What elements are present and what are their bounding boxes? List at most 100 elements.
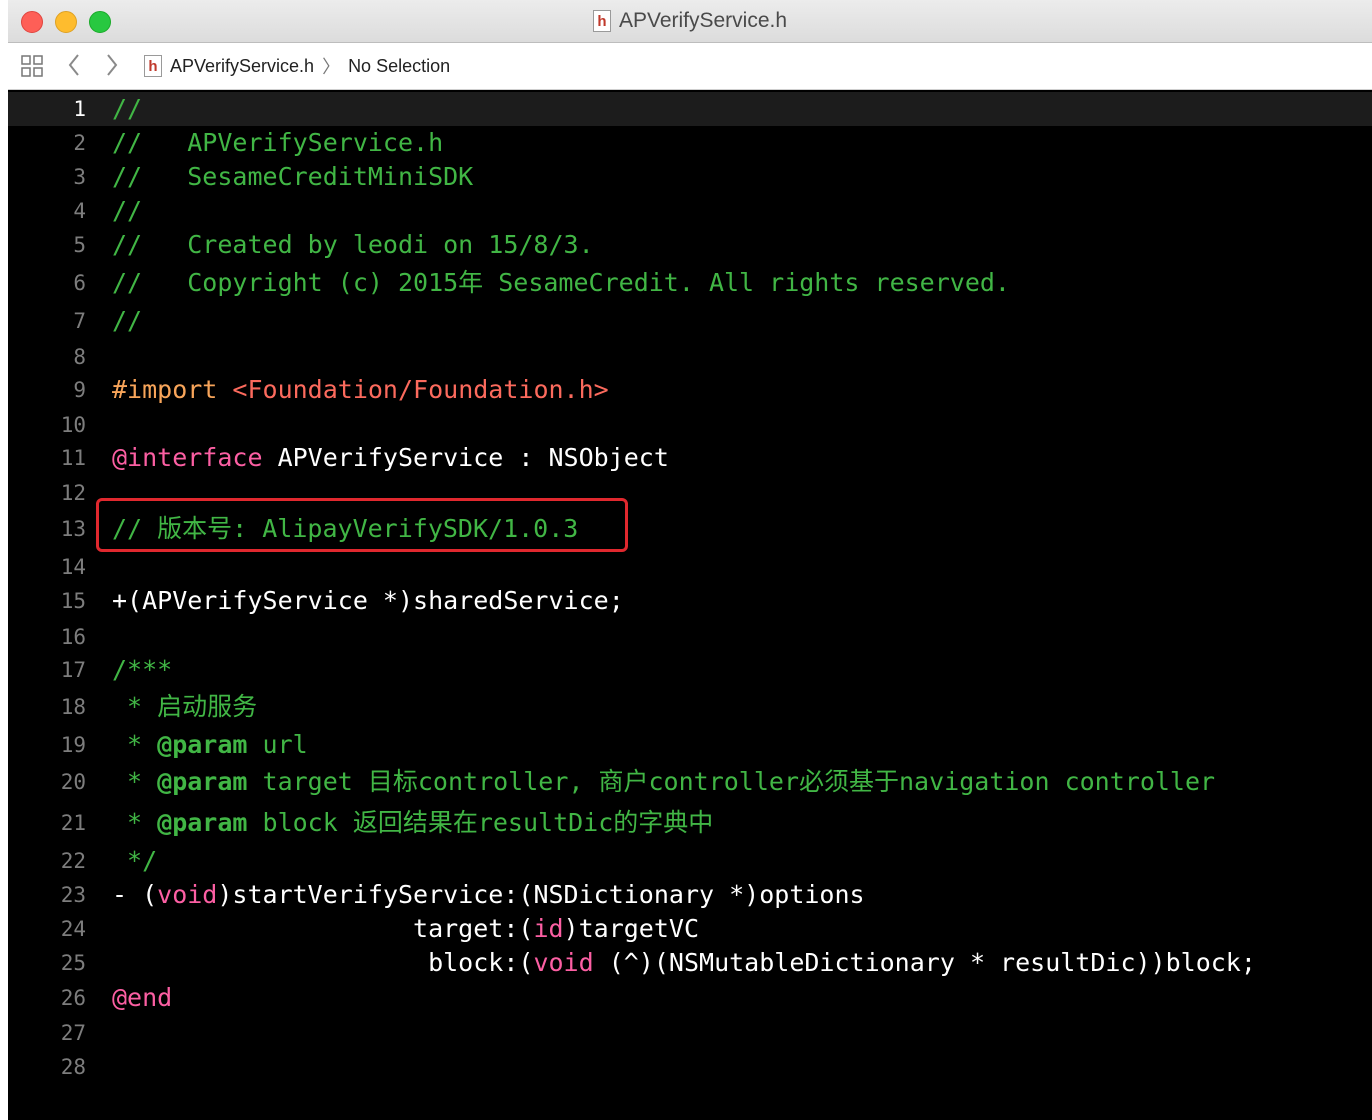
comment: // [112,196,143,225]
line-number: 4 [73,199,86,223]
code-text: target:( [112,914,534,943]
line-content: // [112,194,142,228]
code-line: 23 - (void)startVerifyService:(NSDiction… [8,878,1372,912]
code-line: 11 @interface APVerifyService : NSObject [8,441,1372,475]
line-content: // [112,92,142,126]
code-line: 14 [8,550,1372,584]
line-content: // Created by leodi on 15/8/3. [112,228,594,262]
breadcrumb-file[interactable]: APVerifyService.h [170,56,314,77]
line-content: // Copyright (c) 2015年 SesameCredit. All… [112,266,1010,300]
code-text: +(APVerifyService *)sharedService; [112,586,624,615]
line-number: 15 [60,589,86,613]
line-number: 11 [60,446,86,470]
line-number: 6 [73,271,86,295]
doc-comment: block 返回结果在resultDic的字典中 [247,808,714,837]
doc-tag: @param [157,730,248,759]
line-number: 19 [60,733,86,757]
line-content: - (void)startVerifyService:(NSDictionary… [112,878,865,912]
code-text: APVerifyService : NSObject [262,443,669,472]
line-number: 8 [73,345,86,369]
code-line: 3 // SesameCreditMiniSDK [8,160,1372,194]
line-number: 13 [60,517,86,541]
code-line: 4 // [8,194,1372,228]
comment: // Copyright (c) 2015年 SesameCredit. All… [112,268,1010,297]
code-line: 6 // Copyright (c) 2015年 SesameCredit. A… [8,266,1372,300]
line-number: 14 [60,555,86,579]
doc-comment: */ [112,846,158,875]
keyword: @interface [112,443,263,472]
line-number: 21 [60,811,86,835]
breadcrumb-separator: 〉 [322,57,341,77]
jump-bar: h APVerifyService.h 〉 No Selection [8,43,1372,90]
breadcrumb: h APVerifyService.h 〉 No Selection [144,53,450,79]
keyword: void [157,880,218,909]
line-content: @end [112,981,172,1015]
code-line: 19 * @param url [8,728,1372,762]
line-number: 9 [73,378,86,402]
line-number: 12 [60,481,86,505]
code-line: 22 */ [8,844,1372,878]
forward-chevron-icon[interactable] [104,51,120,79]
code-editor[interactable]: 1 // 2 // APVerifyService.h 3 // SesameC… [8,90,1372,1120]
line-content: * @param target 目标controller, 商户controll… [112,765,1215,799]
code-line: 2 // APVerifyService.h [8,126,1372,160]
related-items-icon[interactable] [20,54,44,78]
import-path: <Foundation/Foundation.h> [232,375,609,404]
code-text: )targetVC [563,914,700,943]
line-number: 3 [73,165,86,189]
keyword: @end [112,983,173,1012]
code-line: 18 * 启动服务 [8,690,1372,724]
preprocessor-directive: #import [112,375,233,404]
line-content: * @param block 返回结果在resultDic的字典中 [112,806,713,840]
version-highlight-box [96,498,628,552]
comment: // Created by leodi on 15/8/3. [112,230,594,259]
window-title-group: h APVerifyService.h [8,0,1372,42]
header-file-icon: h [592,10,611,32]
line-content: /*** [112,653,172,687]
doc-comment: * [112,767,158,796]
title-bar: h APVerifyService.h [8,0,1372,43]
code-line: 24 target:(id)targetVC [8,912,1372,946]
code-line: 20 * @param target 目标controller, 商户contr… [8,765,1372,799]
line-number: 5 [73,233,86,257]
line-number: 7 [73,309,86,333]
line-number: 1 [73,97,86,121]
code-text: )startVerifyService:(NSDictionary *)opti… [217,880,865,909]
code-line: 7 // [8,304,1372,338]
doc-comment: url [247,730,308,759]
line-number: 23 [60,883,86,907]
line-content: block:(void (^)(NSMutableDictionary * re… [112,946,1256,980]
code-line: 10 [8,408,1372,442]
comment: // [112,306,143,335]
back-chevron-icon[interactable] [66,51,82,79]
code-text: block:( [112,948,534,977]
comment: // [112,94,143,123]
line-content: target:(id)targetVC [112,912,699,946]
xcode-window: h APVerifyService.h h APVerifyService.h … [8,0,1372,1120]
line-number: 24 [60,917,86,941]
doc-comment: * 启动服务 [112,692,258,721]
code-line: 21 * @param block 返回结果在resultDic的字典中 [8,806,1372,840]
window-title: APVerifyService.h [618,9,788,32]
line-content: */ [112,844,157,878]
line-content: // SesameCreditMiniSDK [112,160,473,194]
keyword: id [533,914,564,943]
code-line: 16 [8,620,1372,654]
line-number: 16 [60,625,86,649]
code-line: 1 // [8,92,1372,126]
line-number: 17 [60,658,86,682]
code-line: 25 block:(void (^)(NSMutableDictionary *… [8,946,1372,980]
code-line: 8 [8,340,1372,374]
line-number: 10 [60,413,86,437]
doc-comment: * [112,730,158,759]
line-number: 2 [73,131,86,155]
line-content: +(APVerifyService *)sharedService; [112,584,624,618]
code-line: 26 @end [8,981,1372,1015]
comment: // SesameCreditMiniSDK [112,162,474,191]
doc-comment: target 目标controller, 商户controller必须基于nav… [247,767,1216,796]
doc-comment: * [112,808,158,837]
code-line: 28 [8,1050,1372,1084]
code-line: 5 // Created by leodi on 15/8/3. [8,228,1372,262]
breadcrumb-selection[interactable]: No Selection [348,56,450,77]
line-number: 28 [60,1055,86,1079]
